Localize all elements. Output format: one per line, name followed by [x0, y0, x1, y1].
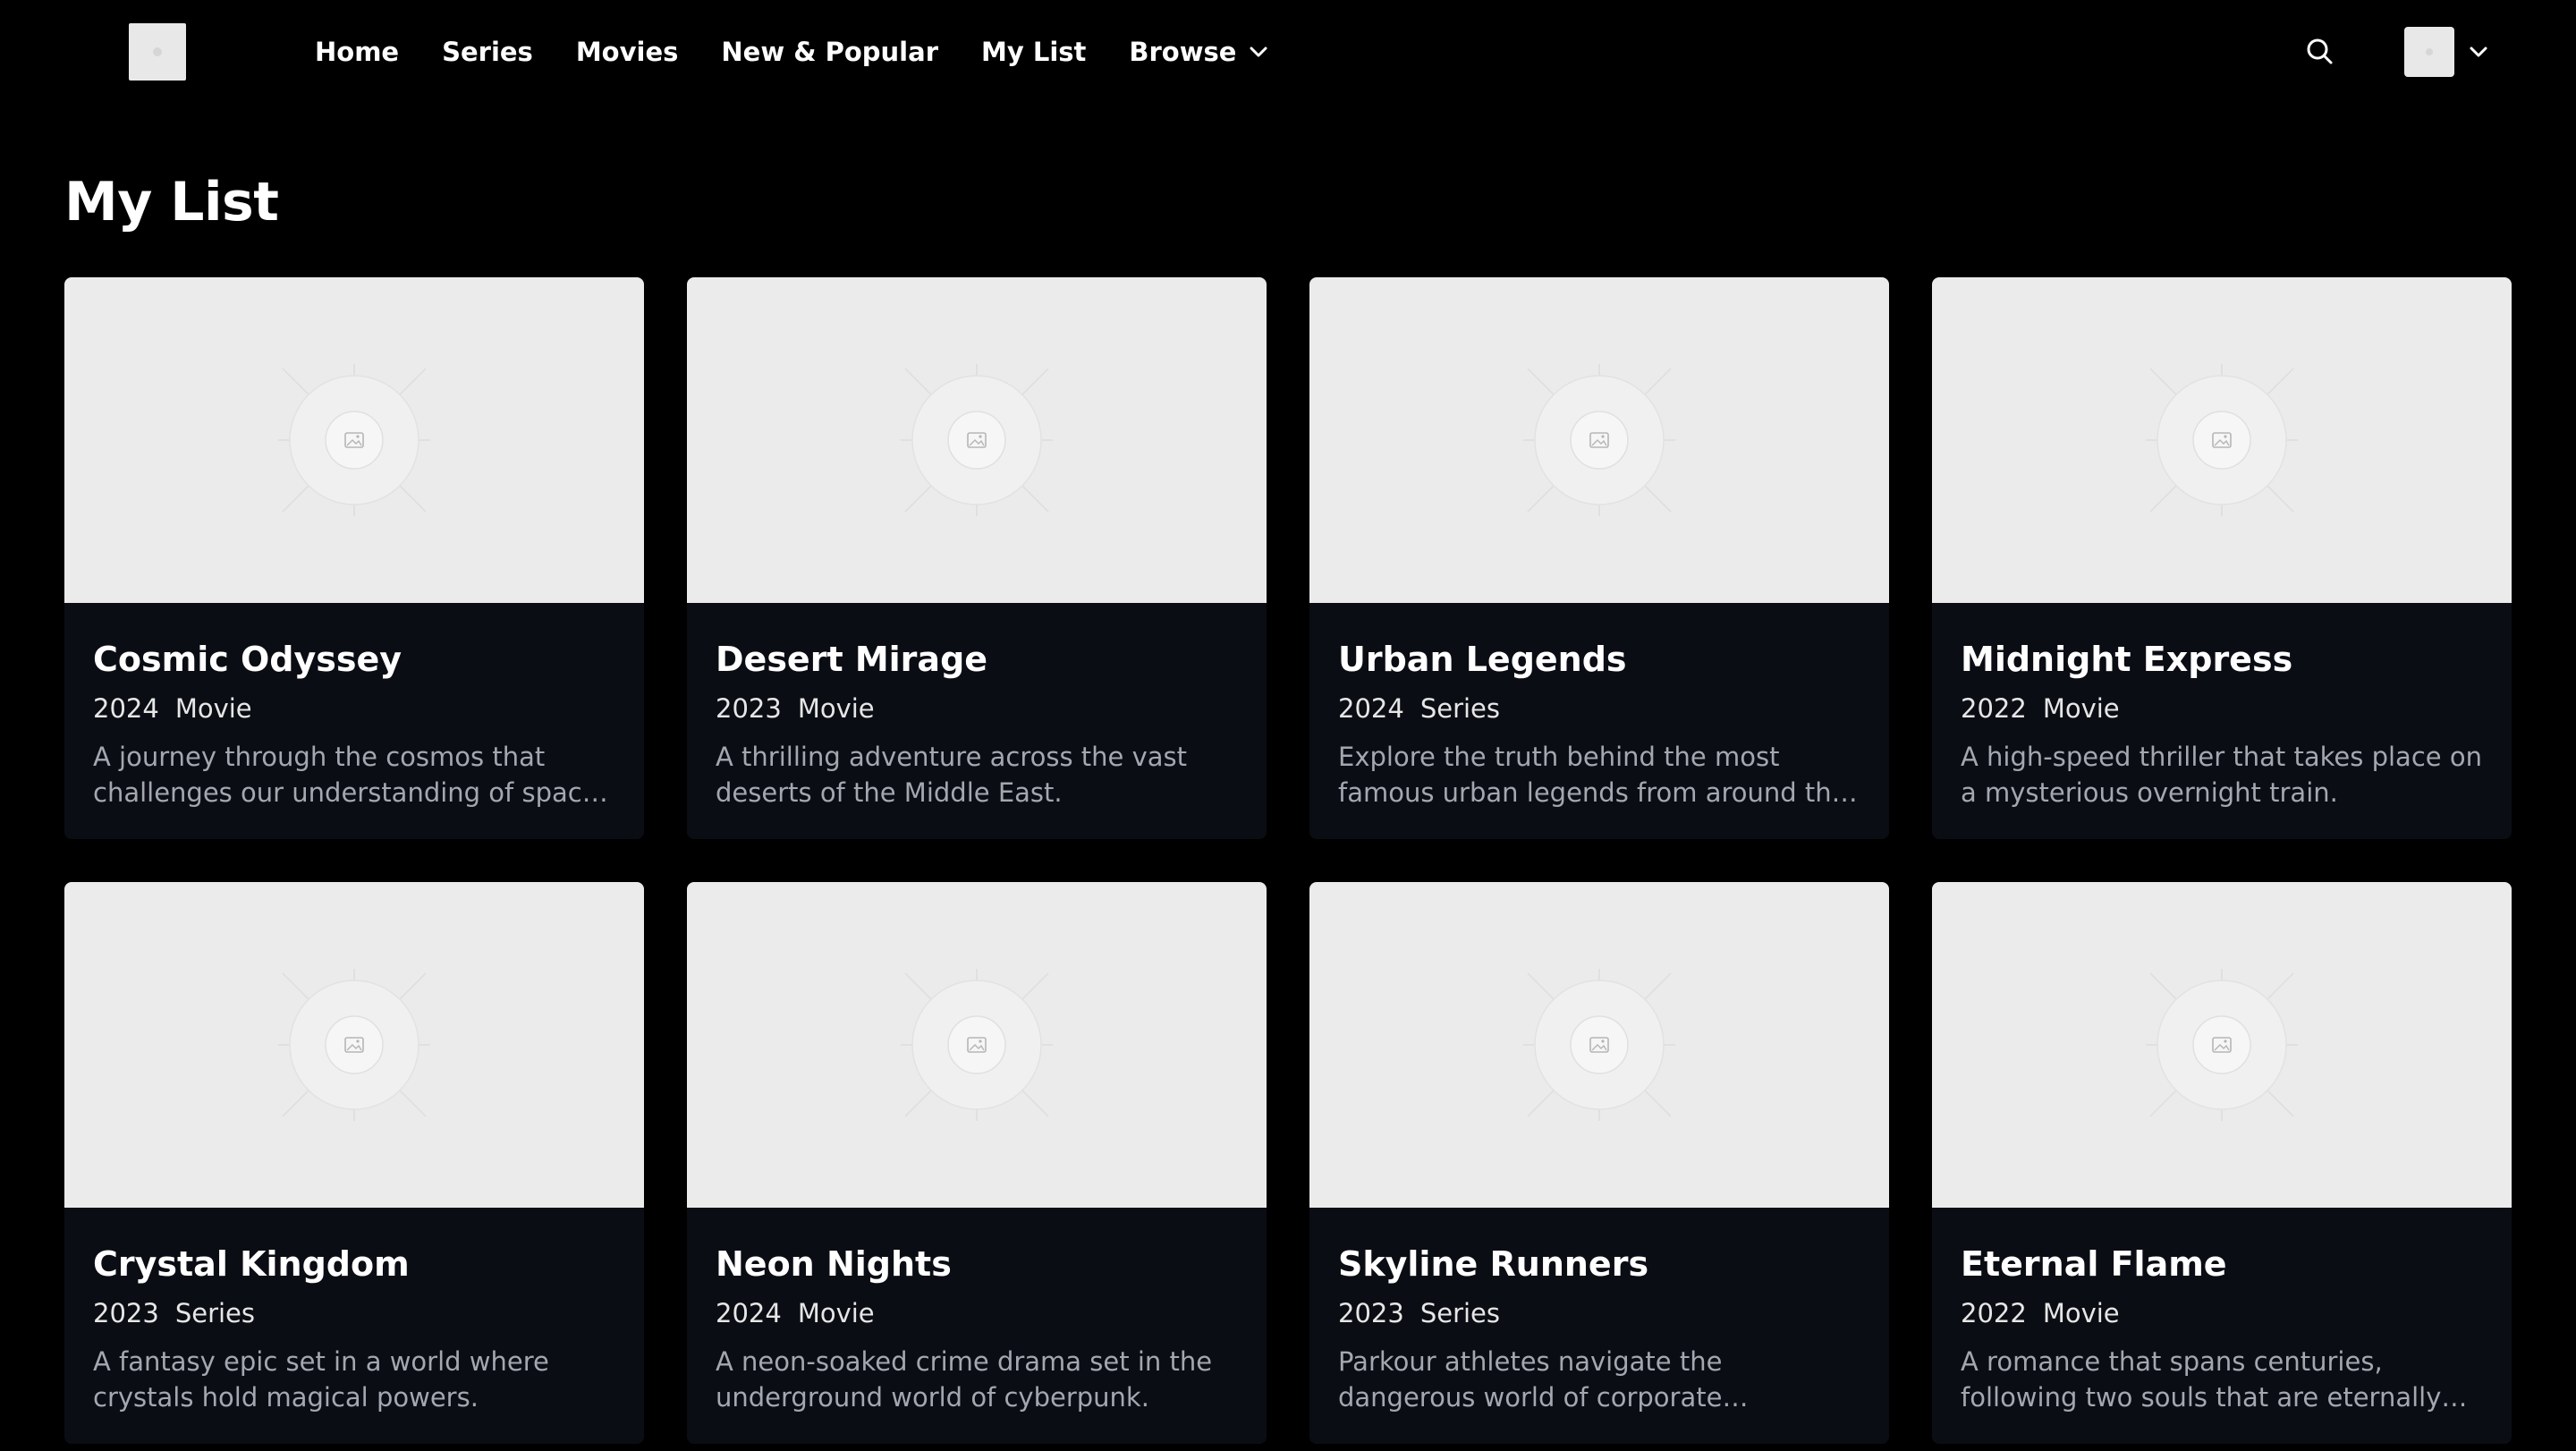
card-meta: 2022 Movie — [1961, 1295, 2483, 1331]
card-type: Movie — [797, 1298, 875, 1328]
card-type: Movie — [797, 693, 875, 724]
image-placeholder-icon — [278, 969, 430, 1121]
card-body: Skyline Runners 2023 Series Parkour athl… — [1309, 1208, 1889, 1415]
chevron-down-icon — [1250, 47, 1267, 57]
image-placeholder-icon — [2146, 364, 2298, 516]
logo-image-placeholder-icon — [153, 47, 162, 56]
nav-link-movies[interactable]: Movies — [576, 32, 679, 72]
card-title: Crystal Kingdom — [93, 1244, 410, 1284]
card-title: Neon Nights — [716, 1244, 952, 1284]
title-card[interactable]: Desert Mirage 2023 Movie A thrilling adv… — [687, 277, 1267, 839]
card-body: Urban Legends 2024 Series Explore the tr… — [1309, 603, 1889, 810]
chevron-down-icon — [2470, 47, 2487, 57]
image-placeholder-icon — [901, 364, 1053, 516]
page-title: My List — [64, 171, 279, 233]
image-placeholder-icon — [1523, 969, 1675, 1121]
title-card[interactable]: Midnight Express 2022 Movie A high-speed… — [1932, 277, 2512, 839]
card-description: A high-speed thriller that takes place o… — [1961, 742, 2482, 808]
card-title: Urban Legends — [1338, 640, 1627, 679]
card-body: Neon Nights 2024 Movie A neon-soaked cri… — [687, 1208, 1267, 1415]
card-year: 2024 — [93, 693, 159, 724]
card-year: 2022 — [1961, 693, 2027, 724]
primary-nav: Home Series Movies New & Popular My List… — [315, 32, 1268, 72]
card-title: Skyline Runners — [1338, 1244, 1649, 1284]
card-meta: 2023 Series — [93, 1295, 615, 1331]
title-card[interactable]: Eternal Flame 2022 Movie A romance that … — [1932, 882, 2512, 1444]
card-title: Midnight Express — [1961, 640, 2293, 679]
thumbnail-placeholder — [1309, 277, 1889, 603]
search-icon — [2307, 38, 2333, 64]
card-year: 2024 — [716, 1298, 782, 1328]
search-button[interactable] — [2302, 34, 2338, 70]
profile-menu[interactable] — [2404, 27, 2488, 77]
card-description: A thrilling adventure across the vast de… — [716, 742, 1188, 808]
title-grid: Cosmic Odyssey 2024 Movie A journey thro… — [64, 277, 2512, 1444]
logo[interactable] — [129, 23, 186, 81]
card-year: 2023 — [1338, 1298, 1404, 1328]
card-body: Midnight Express 2022 Movie A high-speed… — [1932, 603, 2512, 810]
card-description: A neon-soaked crime drama set in the und… — [716, 1346, 1213, 1413]
thumbnail-placeholder — [64, 882, 644, 1208]
image-placeholder-icon — [278, 364, 430, 516]
title-card[interactable]: Cosmic Odyssey 2024 Movie A journey thro… — [64, 277, 644, 839]
card-meta: 2022 Movie — [1961, 691, 2483, 726]
thumbnail-placeholder — [1932, 277, 2512, 603]
title-card[interactable]: Skyline Runners 2023 Series Parkour athl… — [1309, 882, 1889, 1444]
title-card[interactable]: Crystal Kingdom 2023 Series A fantasy ep… — [64, 882, 644, 1444]
nav-link-home[interactable]: Home — [315, 32, 399, 72]
card-meta: 2024 Series — [1338, 691, 1860, 726]
top-nav: Home Series Movies New & Popular My List… — [0, 0, 2576, 104]
image-placeholder-icon — [1523, 364, 1675, 516]
avatar — [2404, 27, 2454, 77]
card-description: Parkour athletes navigate the dangerous … — [1338, 1346, 1723, 1413]
thumbnail-placeholder — [687, 882, 1267, 1208]
card-year: 2022 — [1961, 1298, 2027, 1328]
avatar-image-placeholder-icon — [2426, 48, 2433, 55]
card-type: Movie — [2042, 693, 2120, 724]
card-body: Eternal Flame 2022 Movie A romance that … — [1932, 1208, 2512, 1415]
card-year: 2023 — [93, 1298, 159, 1328]
card-title: Desert Mirage — [716, 640, 988, 679]
card-description: A fantasy epic set in a world where crys… — [93, 1346, 549, 1413]
card-year: 2023 — [716, 693, 782, 724]
card-body: Crystal Kingdom 2023 Series A fantasy ep… — [64, 1208, 644, 1415]
thumbnail-placeholder — [1932, 882, 2512, 1208]
card-description: A journey through the cosmos that challe… — [93, 742, 598, 808]
card-description: Explore the truth behind the most famous… — [1338, 742, 1848, 808]
card-meta: 2023 Movie — [716, 691, 1238, 726]
card-description: A romance that spans centuries, followin… — [1961, 1346, 2442, 1413]
nav-link-new-popular[interactable]: New & Popular — [721, 32, 938, 72]
card-type: Series — [1419, 1298, 1500, 1328]
nav-link-my-list[interactable]: My List — [981, 32, 1086, 72]
title-card[interactable]: Neon Nights 2024 Movie A neon-soaked cri… — [687, 882, 1267, 1444]
thumbnail-placeholder — [1309, 882, 1889, 1208]
card-year: 2024 — [1338, 693, 1404, 724]
card-type: Series — [174, 1298, 255, 1328]
card-title: Cosmic Odyssey — [93, 640, 402, 679]
card-type: Movie — [2042, 1298, 2120, 1328]
card-body: Cosmic Odyssey 2024 Movie A journey thro… — [64, 603, 644, 810]
thumbnail-placeholder — [687, 277, 1267, 603]
card-meta: 2024 Movie — [93, 691, 615, 726]
card-title: Eternal Flame — [1961, 1244, 2227, 1284]
image-placeholder-icon — [901, 969, 1053, 1121]
title-card[interactable]: Urban Legends 2024 Series Explore the tr… — [1309, 277, 1889, 839]
card-type: Series — [1419, 693, 1500, 724]
thumbnail-placeholder — [64, 277, 644, 603]
image-placeholder-icon — [2146, 969, 2298, 1121]
nav-link-series[interactable]: Series — [442, 32, 533, 72]
card-body: Desert Mirage 2023 Movie A thrilling adv… — [687, 603, 1267, 810]
browse-dropdown[interactable]: Browse — [1129, 32, 1268, 72]
card-type: Movie — [174, 693, 252, 724]
card-meta: 2023 Series — [1338, 1295, 1860, 1331]
browse-label: Browse — [1129, 37, 1237, 67]
card-meta: 2024 Movie — [716, 1295, 1238, 1331]
